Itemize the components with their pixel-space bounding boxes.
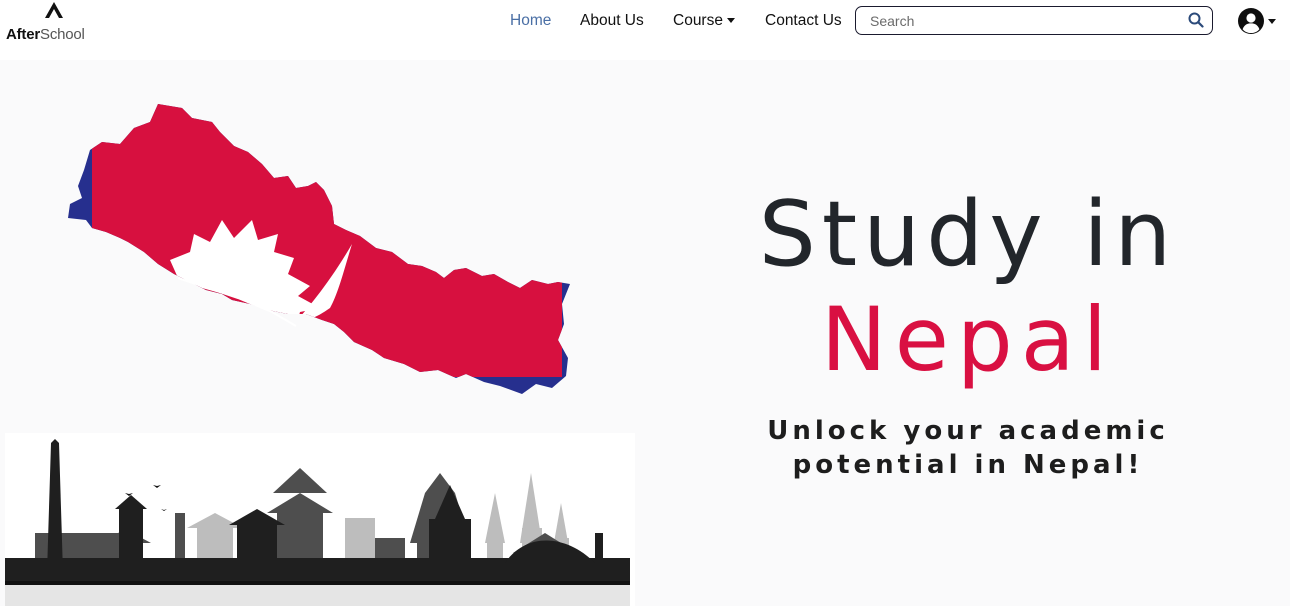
search-icon[interactable] [1188,12,1204,28]
user-circle-icon [1238,8,1264,34]
nav-item-course[interactable]: Course [673,12,735,30]
navbar: AfterSchool Home About Us Course Contact… [0,0,1290,60]
triangle-mountain-logo-icon [45,2,63,18]
nav-item-contact-us[interactable]: Contact Us [765,12,842,30]
brand-name-part2: School [40,26,85,43]
chevron-down-icon [1268,19,1276,24]
hero-tagline: Unlock your academic potential in Nepal! [767,416,1169,480]
kathmandu-skyline-icon [5,433,635,606]
nav-item-about-us[interactable]: About Us [580,12,644,30]
brand-name: AfterSchool [6,26,85,43]
user-menu[interactable] [1237,7,1277,37]
hero-section: Study in Nepal Unlock your academic pote… [0,60,1290,606]
hero-title-line1: Study in [758,182,1178,287]
nepal-flag-map-icon [68,104,570,394]
chevron-down-icon [726,18,735,24]
nav-item-home[interactable]: Home [510,12,551,30]
hero-title-line2: Nepal [820,288,1116,391]
nav-item-course-label: Course [673,12,723,29]
brand-logo[interactable]: AfterSchool [4,0,104,50]
brand-name-part1: After [6,26,41,43]
search-box [855,6,1213,35]
search-input[interactable] [870,10,1170,32]
